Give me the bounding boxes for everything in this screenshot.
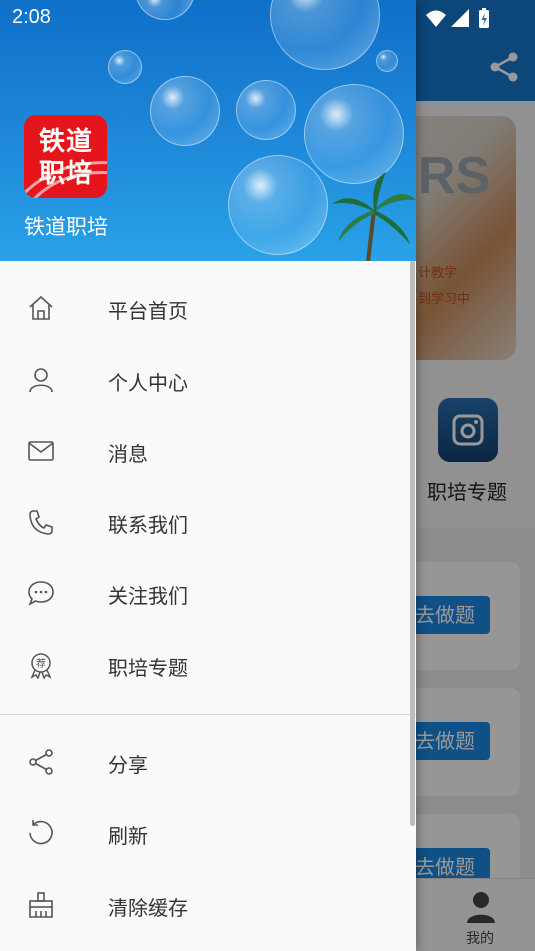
menu-item-contact[interactable]: 联系我们 [0,487,416,558]
signal-icon [451,9,469,27]
bubble-decoration [236,80,296,140]
status-bar: 2:08 [0,0,535,36]
refresh-icon [29,820,53,845]
phone-icon [29,510,53,535]
menu-item-follow[interactable]: 关注我们 [0,558,416,629]
chat-bubble-icon [28,581,54,606]
share-icon [29,749,53,775]
drawer-scrollbar[interactable] [410,261,415,826]
palm-tree-decoration [332,172,416,261]
home-icon [29,295,53,320]
broom-icon [29,892,53,918]
menu-item-label: 刷新 [108,824,148,848]
status-icons [426,8,489,28]
menu-item-label: 关注我们 [108,584,188,608]
mail-icon [28,441,54,461]
app-name: 铁道职培 [24,215,108,239]
bubble-decoration [228,155,328,255]
bubble-decoration [376,50,398,72]
menu-item-messages[interactable]: 消息 [0,416,416,487]
menu-item-label: 职培专题 [108,656,188,680]
menu-item-label: 分享 [108,753,148,777]
menu-item-label: 个人中心 [108,371,188,395]
menu-item-label: 清除缓存 [108,896,188,920]
bubble-decoration [150,76,220,146]
wifi-icon [426,10,446,27]
navigation-drawer: 铁道 职培 铁道职培 平台首页 个人中心 消息 联系我们 关注我们 荐 职培专题… [0,0,416,951]
menu-item-home[interactable]: 平台首页 [0,273,416,344]
menu-item-share[interactable]: 分享 [0,727,416,798]
svg-text:荐: 荐 [36,658,46,670]
logo-text-line2: 职培 [38,159,93,189]
menu-item-label: 联系我们 [108,513,188,537]
status-time: 2:08 [12,6,51,28]
menu-item-label: 平台首页 [108,299,188,323]
drawer-header: 铁道 职培 铁道职培 [0,0,416,261]
bubble-decoration [304,84,404,184]
menu-item-clear-cache[interactable]: 清除缓存 [0,870,416,941]
app-logo: 铁道 职培 [24,115,107,198]
menu-item-refresh[interactable]: 刷新 [0,798,416,869]
user-icon [29,368,53,393]
menu-divider [0,714,416,715]
menu-item-label: 消息 [108,442,148,466]
bubble-decoration [108,50,142,84]
menu-item-profile[interactable]: 个人中心 [0,345,416,416]
menu-item-topics[interactable]: 荐 职培专题 [0,630,416,701]
recommend-badge-icon: 荐 [30,653,52,679]
